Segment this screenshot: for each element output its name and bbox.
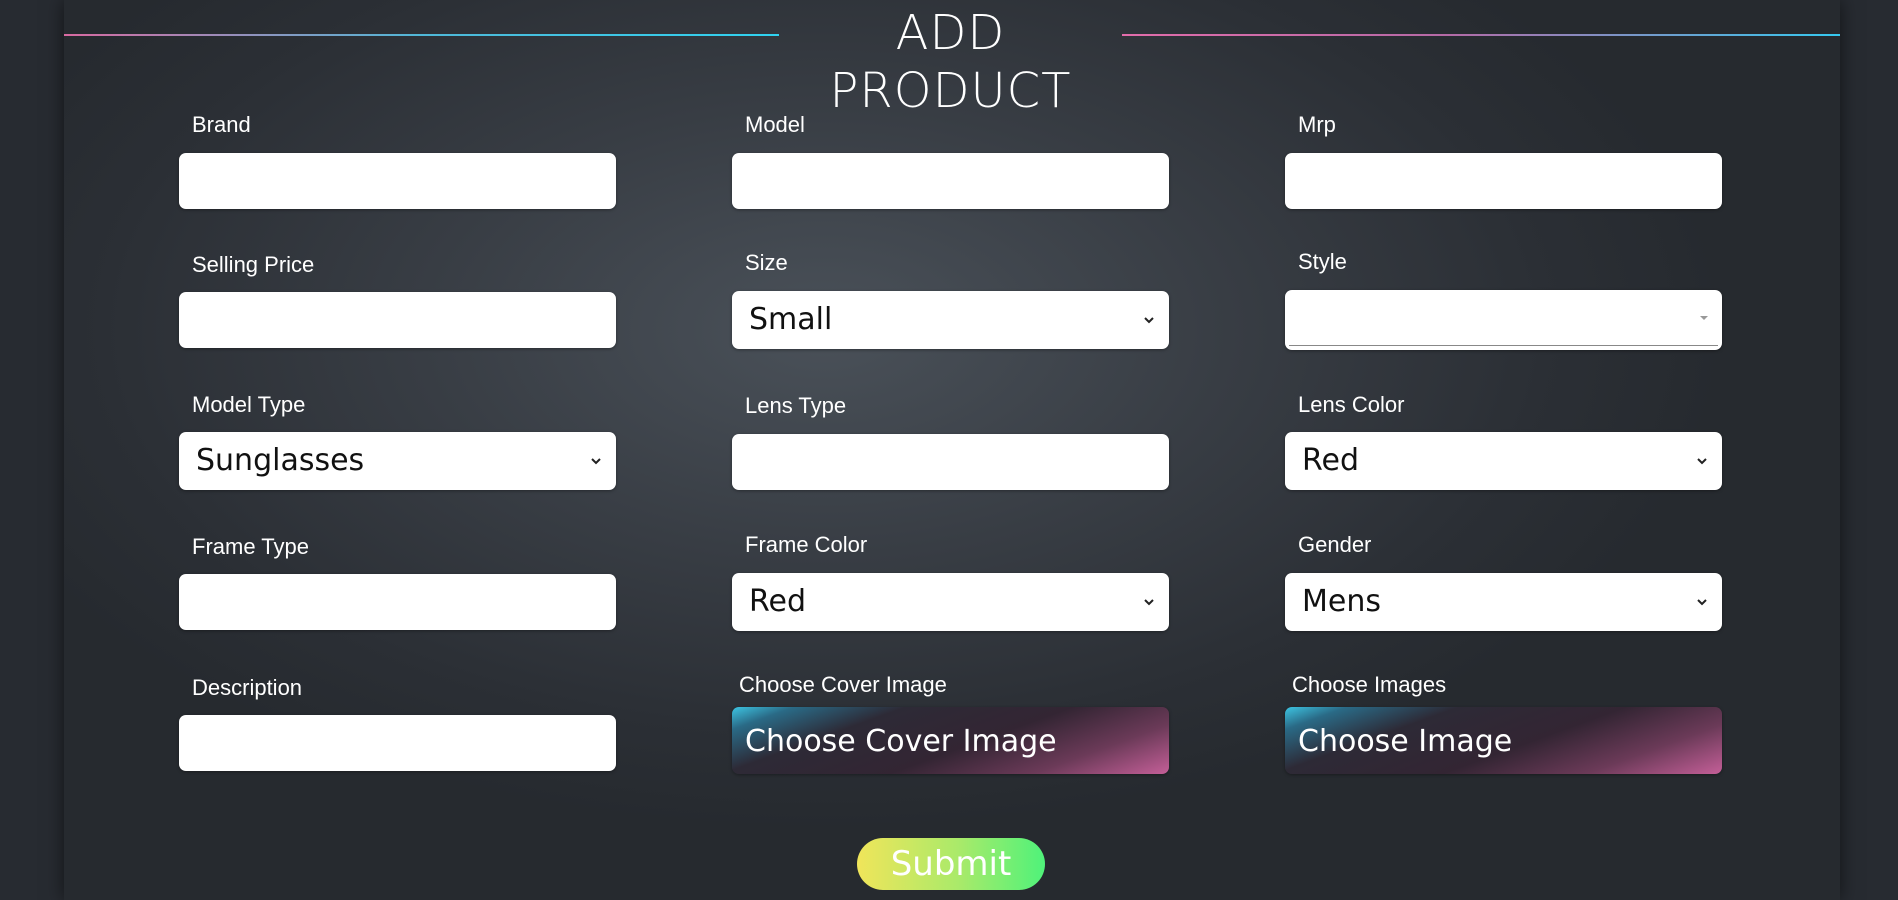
- size-select[interactable]: Small: [732, 291, 1169, 349]
- size-select-value: Small: [749, 302, 833, 337]
- model-input[interactable]: [732, 153, 1169, 209]
- caret-down-icon: [1700, 316, 1708, 320]
- images-label: Choose Images: [1292, 672, 1447, 697]
- mrp-input[interactable]: [1285, 153, 1722, 209]
- title-divider-right: [1122, 34, 1840, 36]
- chevron-down-icon: [1144, 599, 1154, 606]
- chevron-down-icon: [1144, 317, 1154, 324]
- brand-input[interactable]: [179, 153, 616, 209]
- model-type-label: Model Type: [192, 392, 306, 417]
- chevron-down-icon: [1697, 458, 1707, 465]
- frame-type-input[interactable]: [179, 574, 616, 630]
- chevron-down-icon: [591, 458, 601, 465]
- model-type-select[interactable]: Sunglasses: [179, 432, 616, 490]
- selling-price-input[interactable]: [179, 292, 616, 348]
- page-title: ADD PRODUCT: [829, 5, 1072, 119]
- frame-type-label: Frame Type: [192, 534, 309, 559]
- size-label: Size: [745, 250, 788, 275]
- title-divider-left: [64, 34, 779, 36]
- model-type-select-value: Sunglasses: [196, 443, 365, 478]
- style-multiselect[interactable]: [1285, 290, 1722, 350]
- lens-color-label: Lens Color: [1298, 392, 1405, 417]
- lens-color-select[interactable]: Red: [1285, 432, 1722, 490]
- submit-button[interactable]: Submit: [857, 838, 1045, 890]
- lens-type-label: Lens Type: [745, 393, 847, 418]
- cover-image-label: Choose Cover Image: [739, 672, 947, 697]
- lens-color-select-value: Red: [1302, 443, 1359, 478]
- frame-color-select-value: Red: [749, 584, 806, 619]
- add-product-panel: ADD PRODUCT Brand Model Mrp Selling Pric…: [64, 0, 1840, 900]
- style-label: Style: [1298, 249, 1347, 274]
- description-label: Description: [192, 675, 303, 700]
- selling-price-label: Selling Price: [192, 252, 315, 277]
- choose-cover-image-button-text: Choose Cover Image: [745, 724, 1057, 759]
- choose-images-button-text: Choose Image: [1298, 724, 1513, 759]
- choose-cover-image-button[interactable]: Choose Cover Image: [732, 707, 1169, 774]
- choose-images-button[interactable]: Choose Image: [1285, 707, 1722, 774]
- gender-select-value: Mens: [1302, 584, 1381, 619]
- brand-label: Brand: [192, 112, 251, 137]
- frame-color-select[interactable]: Red: [732, 573, 1169, 631]
- chevron-down-icon: [1697, 599, 1707, 606]
- gender-select[interactable]: Mens: [1285, 573, 1722, 631]
- gender-label: Gender: [1298, 532, 1372, 557]
- model-label: Model: [745, 112, 805, 137]
- lens-type-input[interactable]: [732, 434, 1169, 490]
- frame-color-label: Frame Color: [745, 532, 868, 557]
- mrp-label: Mrp: [1298, 112, 1336, 137]
- description-input[interactable]: [179, 715, 616, 771]
- style-multiselect-underline: [1289, 345, 1718, 346]
